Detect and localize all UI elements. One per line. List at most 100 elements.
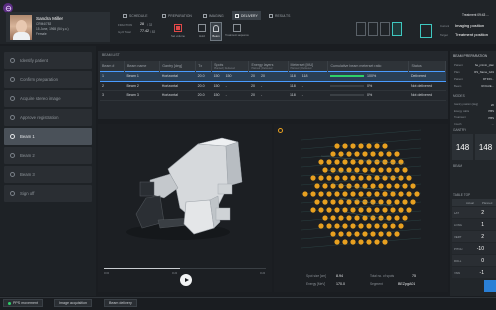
beam-spot (366, 143, 372, 149)
workflow-step-3[interactable]: Acquire stereo image (4, 90, 92, 107)
step-status-icon (10, 77, 15, 82)
table-top-row[interactable]: VERT 2 (452, 231, 496, 242)
beam-column-header[interactable]: Beam name (124, 61, 161, 72)
hold-button[interactable]: Hold (196, 24, 208, 41)
confirm-button[interactable] (484, 280, 496, 292)
table-top-row[interactable]: ROLL 0 (452, 255, 496, 266)
segment-value: BEZpgA01 (398, 282, 416, 286)
beam-column-header[interactable]: Tx (195, 61, 213, 72)
table-top-row[interactable]: PITCH -10 (452, 243, 496, 254)
beam-spot (334, 175, 340, 181)
beam-spot (330, 151, 336, 157)
tab-imaging[interactable]: IMAGING (200, 11, 227, 20)
imaging-position-icon[interactable] (368, 22, 378, 36)
image-acquisition-button[interactable]: Image acquisition (54, 299, 92, 307)
beam-spot (390, 159, 396, 165)
spot-grid-line (300, 129, 422, 141)
beam-number: 1 (100, 71, 125, 82)
workflow-step-2[interactable]: Confirm preparation (4, 71, 92, 88)
workflow-step-8[interactable]: Sign off (4, 185, 92, 202)
workflow-step-label: Confirm preparation (20, 77, 58, 82)
workflow-step-6[interactable]: Beam 2 (4, 147, 92, 164)
workflow-step-4[interactable]: Approve registration (4, 109, 92, 126)
set-volume-button[interactable]: Set volume (170, 24, 186, 41)
tab-delivery[interactable]: DELIVERY (232, 11, 261, 20)
beam-column-header[interactable]: Status (408, 61, 446, 72)
beam-spot (338, 151, 344, 157)
tab-schedule[interactable]: SCHEDULE (120, 11, 150, 20)
workflow-step-1[interactable]: Identify patient (4, 52, 92, 69)
tab-preparation[interactable]: PREPARATION (159, 11, 195, 20)
beam-column-header[interactable]: Energy layers Planned | Delivered (248, 61, 289, 72)
tab-results[interactable]: RESULTS (266, 11, 293, 20)
beam-spot (358, 223, 364, 229)
beam-button[interactable]: Beam (210, 22, 222, 41)
beam-row[interactable]: 1 Beam 1 Horizontal 20.0 150 150 20 20 118 118 100… (100, 71, 446, 82)
patient-card[interactable]: Sandra Miller CRM4/783 15 June, 1965 (54… (6, 12, 110, 42)
step-status-icon (10, 58, 15, 63)
spot-grid-line (300, 228, 422, 240)
workflow-step-7[interactable]: Beam 3 (4, 166, 92, 183)
beam-energy: 20- (248, 90, 289, 101)
couch-icon[interactable] (356, 22, 366, 36)
treat-position-icon[interactable] (380, 22, 390, 36)
beam-spot (342, 223, 348, 229)
beam-spot (354, 151, 360, 157)
beam-spot (346, 151, 352, 157)
pps-movement-button[interactable]: PPS movement (3, 299, 43, 307)
play-button[interactable] (180, 274, 192, 286)
meterset-progress-bar (329, 94, 364, 97)
beam-spot (370, 231, 376, 237)
beam-column-header[interactable]: Gantry [deg] (159, 61, 197, 72)
beam-spot (338, 215, 344, 221)
beam-column-header[interactable]: Spots Planned | Delivered (211, 61, 250, 72)
beam-spot (374, 175, 380, 181)
beam-column-header[interactable]: Beam # (100, 61, 125, 72)
beam-spot (402, 167, 408, 173)
table-top-row[interactable]: LONG 1 (452, 219, 496, 230)
beam-spot (382, 207, 388, 213)
fraction-block: FRACTION 28 / 33 Gy/d Total 77.42 / 83 (118, 22, 164, 40)
beam-spot (370, 199, 376, 205)
workflow-step-5[interactable]: Beam 1 (4, 128, 92, 145)
beam-spot (338, 183, 344, 189)
treatment-sequence-button[interactable]: Treatment sequence (225, 24, 249, 41)
beam-spot (382, 191, 388, 197)
beam-spot (402, 215, 408, 221)
beam-tx: 20.0 (195, 71, 212, 82)
beam-spot (394, 167, 400, 173)
beam-spot (382, 239, 388, 245)
sequence-icon (233, 24, 241, 32)
beam-row[interactable]: 2 Beam 2 Horizontal 20.0 150-20-118-0% Not de… (100, 81, 446, 91)
timeline-track[interactable] (104, 268, 266, 270)
beam-spot (334, 159, 340, 165)
beam-status: Not delivered (408, 90, 446, 101)
table-top-row[interactable]: YAW -1 (452, 267, 496, 278)
reposition-button[interactable] (420, 24, 432, 38)
beam-tx: 20.0 (195, 90, 212, 101)
beam-spot (342, 159, 348, 165)
beam-spot (338, 199, 344, 205)
beam-spot (394, 151, 400, 157)
gantry-3d-viewport[interactable]: 0:00 0:24 0:24 (98, 124, 272, 292)
beam-spot (362, 215, 368, 221)
beam-spot (394, 199, 400, 205)
beam-spot (350, 143, 356, 149)
beam-spot (406, 175, 412, 181)
beam-column-header[interactable]: Meterset [MU] Planned | Delivered (288, 61, 329, 72)
beam-spot (366, 239, 372, 245)
beam-spot (310, 191, 316, 197)
beam-column-header[interactable]: Cumulative beam meterset ratio (327, 61, 410, 72)
beam-spot (406, 191, 412, 197)
time-mid: 0:24 (172, 271, 178, 275)
beam-spot (310, 207, 316, 213)
table-top-row[interactable]: LAT 2 (452, 207, 496, 218)
beam-row[interactable]: 3 Beam 3 Horizontal 20.0 150-20-118-0% Not de… (100, 90, 446, 101)
spot-map-viewport[interactable]: Spot size [cm] 8.94 Energy [MeV] 170.0 T… (274, 124, 448, 292)
beam-delivery-button[interactable]: Beam delivery (104, 299, 137, 307)
spot-grid-line (300, 147, 422, 159)
time-end: 0:24 (260, 271, 266, 275)
beam-icon (235, 13, 239, 18)
positioned-icon[interactable] (392, 22, 402, 36)
beam-spot (394, 231, 400, 237)
